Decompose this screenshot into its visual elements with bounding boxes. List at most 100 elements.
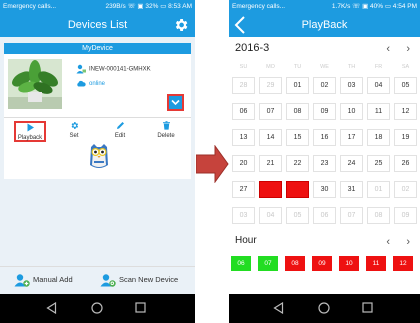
calendar-day[interactable]: 04 xyxy=(259,207,282,224)
calendar-day[interactable]: 27 xyxy=(232,181,255,198)
home-circle-icon[interactable] xyxy=(318,302,330,314)
device-status: online xyxy=(89,81,106,87)
calendar-day[interactable]: 01 xyxy=(286,77,309,94)
playback-label: Playback xyxy=(17,135,43,141)
prev-month-icon[interactable]: ‹ xyxy=(386,43,390,55)
calendar-day[interactable]: 19 xyxy=(394,129,417,146)
calendar-day-selected[interactable]: 28 xyxy=(259,181,282,198)
calendar-day[interactable]: 08 xyxy=(367,207,390,224)
calendar-day[interactable]: 07 xyxy=(259,103,282,120)
device-name-tag: MyDevice xyxy=(4,43,191,54)
month-label: 2016-3 xyxy=(235,42,270,54)
edit-button[interactable]: Edit xyxy=(104,121,136,139)
scan-new-device-button[interactable]: Scan New Device xyxy=(100,272,178,288)
calendar-day[interactable]: 06 xyxy=(313,207,336,224)
calendar-day[interactable]: 13 xyxy=(232,129,255,146)
weekday-label: FR xyxy=(374,64,383,70)
play-icon xyxy=(27,123,34,132)
calendar-day[interactable]: 14 xyxy=(259,129,282,146)
home-circle-icon[interactable] xyxy=(91,302,103,314)
bottom-action-bar: Manual Add Scan New Device xyxy=(0,266,195,294)
device-id: INEW-000141-GMHXK xyxy=(89,66,151,73)
page-title: PlayBack xyxy=(301,19,348,31)
calendar-day[interactable]: 18 xyxy=(367,129,390,146)
calendar-day-selected[interactable]: 29 xyxy=(286,181,309,198)
device-thumbnail[interactable] xyxy=(8,59,62,109)
calendar-day[interactable]: 10 xyxy=(340,103,363,120)
next-month-icon[interactable]: › xyxy=(406,43,410,55)
android-nav-bar xyxy=(229,294,420,323)
manual-add-label: Manual Add xyxy=(33,275,73,284)
calendar-day[interactable]: 06 xyxy=(232,103,255,120)
page-title: Devices List xyxy=(67,19,128,31)
hour-cell[interactable]: 10 xyxy=(338,255,360,272)
chevron-down-icon xyxy=(171,99,180,106)
hour-cell[interactable]: 11 xyxy=(365,255,387,272)
calendar-day[interactable]: 15 xyxy=(286,129,309,146)
calendar-day[interactable]: 21 xyxy=(259,155,282,172)
calendar-day[interactable]: 09 xyxy=(394,207,417,224)
hour-cell[interactable]: 08 xyxy=(284,255,306,272)
calendar-day[interactable]: 29 xyxy=(259,77,282,94)
next-hour-icon[interactable]: › xyxy=(406,236,410,248)
calendar-day[interactable]: 02 xyxy=(394,181,417,198)
calendar-day[interactable]: 22 xyxy=(286,155,309,172)
camera-user-icon xyxy=(76,64,86,74)
calendar-day[interactable]: 07 xyxy=(340,207,363,224)
app-bar: PlayBack xyxy=(229,13,420,37)
calendar-day[interactable]: 23 xyxy=(313,155,336,172)
device-id-row: INEW-000141-GMHXK xyxy=(76,64,151,74)
calendar-day[interactable]: 25 xyxy=(367,155,390,172)
device-list: MyDevice INEW-000141-GMHXK online Playba… xyxy=(0,37,195,305)
calendar-day[interactable]: 11 xyxy=(367,103,390,120)
calendar-day[interactable]: 05 xyxy=(286,207,309,224)
set-label: Set xyxy=(69,133,79,139)
calendar-day[interactable]: 05 xyxy=(394,77,417,94)
calendar-day[interactable]: 08 xyxy=(286,103,309,120)
weekday-label: WE xyxy=(320,64,329,70)
plant-image xyxy=(8,59,62,109)
back-triangle-icon[interactable] xyxy=(273,302,284,314)
calendar-day[interactable]: 17 xyxy=(340,129,363,146)
right-phone-screen: Emergency calls... 1.7K/s ☏ ▣ 40% ▭ 4:54… xyxy=(229,0,420,323)
manual-add-button[interactable]: Manual Add xyxy=(14,272,73,288)
delete-button[interactable]: Delete xyxy=(150,121,182,139)
calendar-day[interactable]: 30 xyxy=(313,181,336,198)
calendar-day[interactable]: 03 xyxy=(340,77,363,94)
scan-new-device-label: Scan New Device xyxy=(119,275,179,284)
status-carrier: Emergency calls... xyxy=(3,3,57,10)
playback-button[interactable]: Playback xyxy=(14,121,46,142)
trash-icon xyxy=(162,121,170,130)
gear-icon[interactable] xyxy=(173,17,189,33)
transition-arrow-icon xyxy=(196,145,229,183)
device-card[interactable]: MyDevice INEW-000141-GMHXK online Playba… xyxy=(4,43,191,179)
hour-cell[interactable]: 07 xyxy=(257,255,279,272)
calendar-day[interactable]: 12 xyxy=(394,103,417,120)
calendar-day[interactable]: 04 xyxy=(367,77,390,94)
owl-mascot-icon xyxy=(90,144,108,168)
status-bar: Emergency calls... 1.7K/s ☏ ▣ 40% ▭ 4:54… xyxy=(229,0,420,13)
pencil-icon xyxy=(116,122,124,129)
calendar-day[interactable]: 28 xyxy=(232,77,255,94)
calendar-day[interactable]: 03 xyxy=(232,207,255,224)
calendar-day[interactable]: 26 xyxy=(394,155,417,172)
expand-button[interactable] xyxy=(167,94,184,111)
hour-cell[interactable]: 12 xyxy=(392,255,414,272)
hour-cell[interactable]: 09 xyxy=(311,255,333,272)
status-indicators: 1.7K/s ☏ ▣ 40% ▭ 4:54 PM xyxy=(331,3,417,10)
prev-hour-icon[interactable]: ‹ xyxy=(386,236,390,248)
recents-square-icon[interactable] xyxy=(362,302,373,313)
set-button[interactable]: Set xyxy=(58,121,90,139)
calendar-day[interactable]: 01 xyxy=(367,181,390,198)
calendar-day[interactable]: 31 xyxy=(340,181,363,198)
calendar-day[interactable]: 02 xyxy=(313,77,336,94)
hour-cell[interactable]: 06 xyxy=(230,255,252,272)
calendar-day[interactable]: 09 xyxy=(313,103,336,120)
edit-label: Edit xyxy=(114,133,126,139)
calendar-day[interactable]: 16 xyxy=(313,129,336,146)
recents-square-icon[interactable] xyxy=(135,302,146,313)
calendar-day[interactable]: 24 xyxy=(340,155,363,172)
back-triangle-icon[interactable] xyxy=(46,302,57,314)
weekday-label: TH xyxy=(347,64,356,70)
calendar-day[interactable]: 20 xyxy=(232,155,255,172)
